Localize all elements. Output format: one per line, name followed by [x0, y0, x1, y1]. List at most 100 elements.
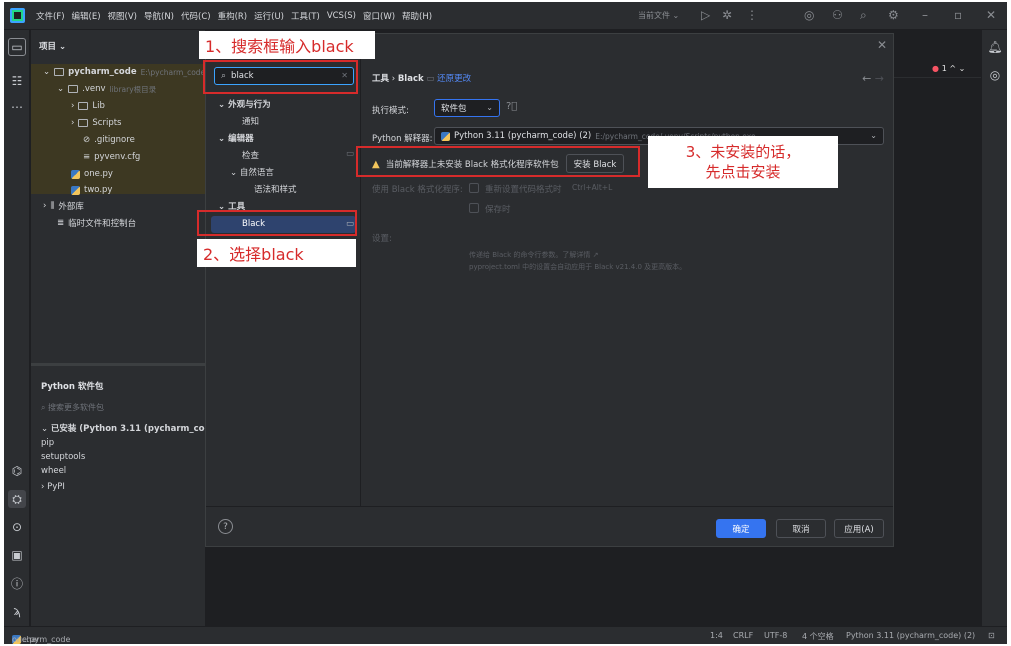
project-tool-icon[interactable]: ▭ [8, 38, 26, 56]
run-icon[interactable]: ▷ [701, 8, 710, 22]
annotation-box-search [203, 60, 358, 94]
package-item[interactable]: pip [41, 438, 54, 448]
menu-edit[interactable]: 编辑(E) [72, 10, 101, 22]
menu-view[interactable]: 视图(V) [108, 10, 137, 22]
nav-notifications[interactable]: 通知 [242, 115, 259, 127]
settings-gear-icon[interactable]: ⚙ [888, 8, 899, 22]
right-tool-strip: 🔔︎ ◎ [981, 30, 1007, 626]
package-item[interactable]: wheel [41, 466, 66, 476]
tree-row-gitignore[interactable]: ⊘ .gitignore [83, 132, 135, 148]
menu-help[interactable]: 帮助(H) [402, 10, 432, 22]
installed-group[interactable]: ⌄ 已安装 (Python 3.11 (pycharm_code) ( [41, 422, 227, 434]
status-file: one.py [12, 635, 40, 644]
reset-changes-link[interactable]: 还原更改 [437, 74, 471, 84]
nav-label: 外观与行为 [228, 100, 271, 110]
services-icon[interactable]: ⊙ [8, 518, 26, 536]
config-file-icon: ≡ [83, 152, 91, 162]
close-window-icon[interactable]: ✕ [986, 8, 996, 22]
panel-splitter[interactable] [31, 363, 205, 366]
terminal-icon[interactable]: ▣ [8, 546, 26, 564]
structure-tool-icon[interactable]: ☷ [8, 72, 26, 90]
status-encoding[interactable]: UTF-8 [764, 631, 787, 640]
interpreter-label: Python 解释器: [372, 134, 433, 144]
on-save-checkbox[interactable] [469, 203, 479, 213]
tree-row-lib[interactable]: › Lib [71, 98, 105, 114]
menu-code[interactable]: 代码(C) [181, 10, 211, 22]
menu-vcs[interactable]: VCS(S) [327, 11, 356, 21]
pypi-group[interactable]: › PyPI [41, 482, 65, 492]
ai-assistant-icon[interactable]: ◎ [804, 8, 814, 22]
status-interpreter[interactable]: Python 3.11 (pycharm_code) (2) [846, 631, 975, 640]
account-icon[interactable]: ⚇ [832, 8, 843, 22]
menu-run[interactable]: 运行(U) [254, 10, 284, 22]
annotation-step1: 1、搜索框输入black [199, 31, 375, 59]
left-tool-strip: ▭ ☷ ⋯ ⌬ ⛭ ⊙ ▣ ⓘ ϡ [4, 30, 30, 626]
back-forward-nav[interactable]: ← → [862, 72, 884, 85]
menu-navigate[interactable]: 导航(N) [144, 10, 174, 22]
more-tools-icon[interactable]: ⋯ [8, 98, 26, 116]
tree-row-pyvenv[interactable]: ≡ pyvenv.cfg [83, 149, 140, 165]
more-icon[interactable]: ⋮ [746, 8, 758, 22]
python-packages-icon[interactable]: ⛭ [8, 490, 26, 508]
cancel-button[interactable]: 取消 [776, 519, 826, 538]
tree-row-scripts[interactable]: › Scripts [71, 115, 122, 131]
help-button[interactable]: ? [218, 519, 233, 534]
folder-icon [78, 102, 89, 110]
debug-icon[interactable]: ✲ [722, 8, 732, 22]
notifications-icon[interactable]: 🔔︎ [986, 38, 1004, 56]
tree-row-root[interactable]: ⌄ pycharm_code E:\pycharm_code [43, 64, 205, 80]
status-bar: ▫ pycharm_code › one.py 1:4 CRLF UTF-8 4… [4, 626, 1007, 644]
chevron-down-icon: ⌄ [41, 424, 51, 434]
nav-inspections[interactable]: 检查 [242, 149, 259, 161]
search-everywhere-icon[interactable]: ⌕ [860, 8, 867, 23]
tree-row-one-py[interactable]: one.py [71, 166, 113, 182]
ide-window: 文件(F) 编辑(E) 视图(V) 导航(N) 代码(C) 重构(R) 运行(U… [4, 2, 1007, 644]
tree-label: 外部库 [58, 202, 84, 212]
tree-row-venv[interactable]: ⌄ .venv library根目录 [57, 81, 156, 97]
status-eol[interactable]: CRLF [733, 631, 753, 640]
main-menu: 文件(F) 编辑(E) 视图(V) 导航(N) 代码(C) 重构(R) 运行(U… [36, 2, 432, 30]
chevron-right-icon: › [71, 101, 75, 111]
tree-row-two-py[interactable]: two.py [71, 182, 112, 198]
annotation-step2: 2、选择black [197, 239, 356, 267]
run-config-selector[interactable]: 当前文件 ⌄ [638, 10, 679, 21]
apply-button[interactable]: 应用(A) [834, 519, 884, 538]
ok-button[interactable]: 确定 [716, 519, 766, 538]
breadcrumb-tools: 工具 [372, 74, 390, 84]
error-count: 1 [941, 64, 947, 73]
status-indent[interactable]: 4 个空格 [802, 631, 834, 642]
tree-row-external-libs[interactable]: › ⫼ 外部库 [43, 198, 84, 214]
ai-chat-icon[interactable]: ◎ [986, 66, 1004, 84]
menu-tools[interactable]: 工具(T) [291, 10, 320, 22]
project-header[interactable]: 项目 ⌄ [39, 40, 66, 52]
status-position[interactable]: 1:4 [710, 631, 723, 640]
error-nav: ^ ⌄ [949, 64, 966, 73]
nav-appearance[interactable]: ⌄ 外观与行为 [218, 98, 271, 110]
pycharm-logo-icon[interactable] [10, 8, 25, 23]
annotation-box-black [197, 210, 357, 236]
nav-natural-languages[interactable]: ⌄ 自然语言 [230, 166, 274, 178]
menu-window[interactable]: 窗口(W) [363, 10, 395, 22]
tree-path: E:\pycharm_code [140, 67, 206, 77]
tree-note: library根目录 [109, 84, 157, 94]
exec-mode-select[interactable]: 软件包 ⌄ [434, 99, 500, 117]
exec-mode-label: 执行模式: [372, 106, 409, 116]
packages-search[interactable]: ⌕ 搜索更多软件包 [41, 402, 104, 413]
on-save-label: 保存时 [485, 205, 511, 215]
python-console-icon[interactable]: ⌬ [8, 462, 26, 480]
menu-file[interactable]: 文件(F) [36, 10, 65, 22]
help-icon[interactable]: ?⃝ [506, 101, 517, 112]
tree-row-scratches[interactable]: ≣ 临时文件和控制台 [57, 215, 136, 231]
restore-icon[interactable]: ▫ [954, 8, 962, 22]
package-item[interactable]: setuptools [41, 452, 85, 462]
nav-editor[interactable]: ⌄ 编辑器 [218, 132, 254, 144]
error-indicator[interactable]: ● 1 ^ ⌄ [932, 64, 965, 73]
minimize-icon[interactable]: – [922, 8, 928, 22]
menu-refactor[interactable]: 重构(R) [218, 10, 248, 22]
reformat-checkbox[interactable] [469, 183, 479, 193]
problems-icon[interactable]: ⓘ [8, 574, 26, 592]
nav-grammar[interactable]: 语法和样式 [254, 183, 297, 195]
lock-icon[interactable]: ⊡ [988, 631, 995, 640]
breadcrumb-black: Black [397, 74, 424, 84]
git-icon[interactable]: ϡ [8, 602, 26, 620]
